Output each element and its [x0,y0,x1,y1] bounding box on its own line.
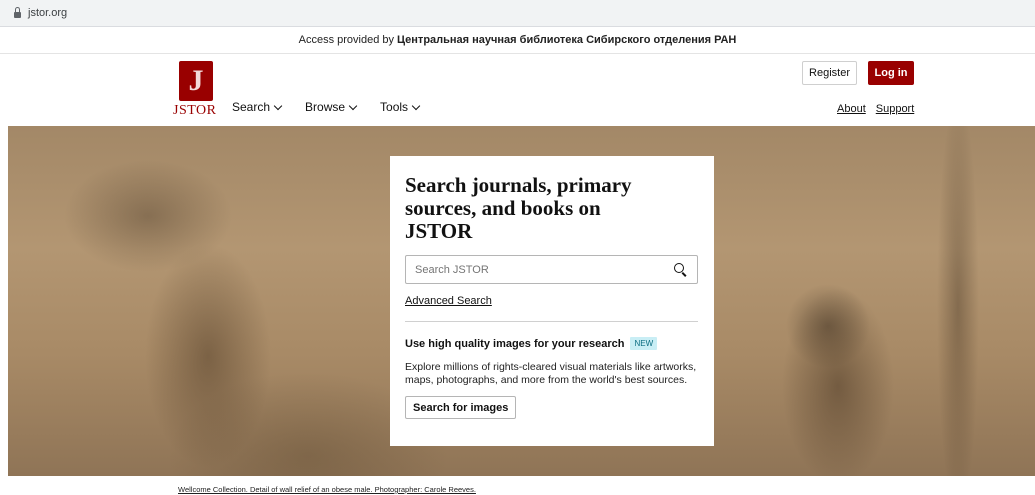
access-prefix: Access provided by [298,34,394,46]
search-icon[interactable] [674,262,688,277]
hero-image: Search journals, primary sources, and bo… [8,126,1035,476]
search-card: Search journals, primary sources, and bo… [390,156,714,446]
images-heading-row: Use high quality images for your researc… [405,337,698,350]
nav-search-label: Search [232,100,271,114]
logo-mark-icon: J [179,61,213,101]
chevron-down-icon [273,101,283,110]
images-heading: Use high quality images for your researc… [405,337,625,350]
hero-title: Search journals, primary sources, and bo… [405,173,632,243]
lock-icon [14,6,21,18]
about-link[interactable]: About [837,103,866,115]
images-description: Explore millions of rights-cleared visua… [405,361,697,386]
access-banner: Access provided by Центральная научная б… [0,27,1035,54]
search-box[interactable] [405,255,698,284]
new-badge: NEW [630,337,658,350]
advanced-search-link[interactable]: Advanced Search [405,295,492,307]
chevron-down-icon [348,101,358,110]
nav-tools-label: Tools [380,100,409,114]
url-text[interactable]: jstor.org [28,7,67,19]
utility-links: About Support [837,103,914,115]
nav-search[interactable]: Search [232,100,283,114]
register-button[interactable]: Register [802,61,857,85]
nav-browse[interactable]: Browse [305,100,358,114]
browser-url-bar[interactable]: jstor.org [0,0,1035,27]
image-caption-link[interactable]: Wellcome Collection. Detail of wall reli… [178,485,476,494]
search-input[interactable] [415,263,645,276]
login-button[interactable]: Log in [868,61,914,85]
logo-text: JSTOR [173,103,217,118]
jstor-logo[interactable]: J JSTOR [171,61,221,123]
chevron-down-icon [411,101,421,110]
access-institution: Центральная научная библиотека Сибирског… [397,34,737,46]
nav-browse-label: Browse [305,100,346,114]
divider [405,321,698,322]
site-header: J JSTOR Search Browse Tools Register Log… [0,55,1035,125]
search-images-button[interactable]: Search for images [405,396,517,419]
support-link[interactable]: Support [876,103,915,115]
main-nav: Search Browse Tools [232,100,421,114]
nav-tools[interactable]: Tools [380,100,421,114]
